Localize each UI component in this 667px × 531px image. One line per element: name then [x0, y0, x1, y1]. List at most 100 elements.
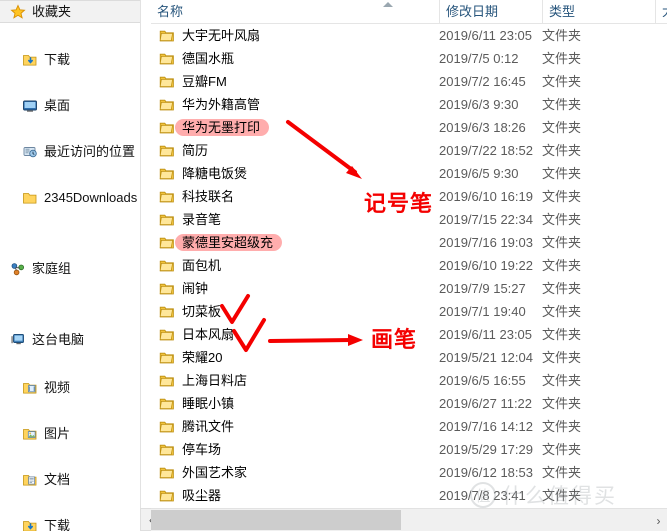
table-row[interactable]: 德国水瓶 2019/7/5 0:12 文件夹 — [151, 47, 667, 70]
table-row[interactable]: 华为无墨打印 2019/6/3 18:26 文件夹 — [151, 116, 667, 139]
file-name-label: 华为无墨打印 — [182, 120, 261, 135]
file-name-label: 荣耀20 — [182, 350, 223, 365]
table-row[interactable]: 简历 2019/7/22 18:52 文件夹 — [151, 139, 667, 162]
file-explorer-window: 收藏夹 下载 桌面 最近访问的位置 2345Downloads 家庭组 这台电脑… — [0, 0, 667, 531]
table-row[interactable]: 停车场 2019/5/29 17:29 文件夹 — [151, 438, 667, 461]
folder-icon — [159, 74, 175, 90]
column-header-date[interactable]: 修改日期 — [439, 0, 542, 24]
table-row[interactable]: 降糖电饭煲 2019/6/5 9:30 文件夹 — [151, 162, 667, 185]
file-type-cell: 文件夹 — [542, 465, 582, 480]
table-row[interactable]: 华为外籍高管 2019/6/3 9:30 文件夹 — [151, 93, 667, 116]
sidebar-item-videos[interactable]: 视频 — [0, 376, 140, 399]
table-row[interactable]: 闹钟 2019/7/9 15:27 文件夹 — [151, 277, 667, 300]
recent-places-icon — [22, 144, 38, 160]
sidebar-item-label: 下载 — [44, 52, 71, 67]
folder-icon — [159, 120, 175, 136]
column-header-name-label: 名称 — [157, 4, 184, 19]
file-name-cell[interactable]: 外国艺术家 — [159, 461, 247, 484]
marker-pen-label: 记号笔 — [364, 192, 434, 217]
scrollbar-thumb[interactable] — [151, 510, 401, 530]
folder-icon — [159, 373, 175, 389]
file-name-cell[interactable]: 科技联名 — [159, 185, 234, 208]
file-name-cell[interactable]: 停车场 — [159, 438, 221, 461]
sort-ascending-icon — [383, 2, 393, 7]
file-name-cell[interactable]: 华为无墨打印 — [159, 116, 269, 139]
file-date-cell: 2019/6/10 19:22 — [439, 258, 533, 273]
sidebar-item-2345downloads[interactable]: 2345Downloads — [0, 186, 140, 209]
file-name-cell[interactable]: 大宇无叶风扇 — [159, 24, 260, 47]
file-name-cell[interactable]: 豆瓣FM — [159, 70, 227, 93]
file-name-cell[interactable]: 腾讯文件 — [159, 415, 234, 438]
table-row[interactable]: 豆瓣FM 2019/7/2 16:45 文件夹 — [151, 70, 667, 93]
column-header-name[interactable]: 名称 — [151, 0, 439, 24]
file-name-cell[interactable]: 吸尘器 — [159, 484, 221, 507]
sidebar-item-homegroup[interactable]: 家庭组 — [0, 257, 140, 280]
folder-icon — [159, 488, 175, 504]
table-row[interactable]: 切菜板 2019/7/1 19:40 文件夹 — [151, 300, 667, 323]
file-date-cell: 2019/6/10 16:19 — [439, 189, 533, 204]
navigation-pane[interactable]: 收藏夹 下载 桌面 最近访问的位置 2345Downloads 家庭组 这台电脑… — [0, 0, 140, 531]
file-type-cell: 文件夹 — [542, 373, 582, 388]
column-header-row[interactable]: 名称 修改日期 类型 大 — [151, 0, 667, 24]
folder-icon — [159, 396, 175, 412]
sidebar-item-favorites[interactable]: 收藏夹 — [0, 0, 140, 23]
folder-icon — [159, 166, 175, 182]
file-name-cell[interactable]: 德国水瓶 — [159, 47, 234, 70]
desktop-icon — [22, 98, 38, 114]
file-name-label: 科技联名 — [182, 189, 235, 204]
file-rows-container[interactable]: 大宇无叶风扇 2019/6/11 23:05 文件夹 德国水瓶 2019/7/5 0:1… — [151, 24, 667, 508]
table-row[interactable]: 腾讯文件 2019/7/16 14:12 文件夹 — [151, 415, 667, 438]
file-name-cell[interactable]: 睡眠小镇 — [159, 392, 234, 415]
sidebar-item-downloads-fav[interactable]: 下载 — [0, 48, 140, 71]
table-row[interactable]: 上海日料店 2019/6/5 16:55 文件夹 — [151, 369, 667, 392]
column-header-type[interactable]: 类型 — [542, 0, 655, 24]
column-header-size[interactable]: 大 — [655, 0, 667, 24]
file-date-cell: 2019/7/9 15:27 — [439, 281, 526, 296]
file-name-label: 简历 — [182, 143, 209, 158]
table-row[interactable]: 外国艺术家 2019/6/12 18:53 文件夹 — [151, 461, 667, 484]
sidebar-item-pictures[interactable]: 图片 — [0, 422, 140, 445]
file-type-cell: 文件夹 — [542, 419, 582, 434]
table-row[interactable]: 蒙德里安超级充 2019/7/16 19:03 文件夹 — [151, 231, 667, 254]
table-row[interactable]: 吸尘器 2019/7/8 23:41 文件夹 — [151, 484, 667, 507]
folder-icon — [159, 419, 175, 435]
file-name-cell[interactable]: 日本风扇 — [159, 323, 234, 346]
table-row[interactable]: 睡眠小镇 2019/6/27 11:22 文件夹 — [151, 392, 667, 415]
file-name-label: 日本风扇 — [182, 327, 235, 342]
file-type-cell: 文件夹 — [542, 327, 582, 342]
pane-splitter[interactable] — [140, 0, 151, 531]
download-folder-icon — [22, 52, 38, 68]
file-type-cell: 文件夹 — [542, 488, 582, 503]
file-name-cell[interactable]: 面包机 — [159, 254, 221, 277]
file-name-label: 华为外籍高管 — [182, 97, 261, 112]
file-name-cell[interactable]: 蒙德里安超级充 — [159, 231, 282, 254]
file-date-cell: 2019/6/12 18:53 — [439, 465, 533, 480]
sidebar-item-this-pc[interactable]: 这台电脑 — [0, 328, 140, 351]
sidebar-item-desktop-fav[interactable]: 桌面 — [0, 94, 140, 117]
file-date-cell: 2019/6/27 11:22 — [439, 396, 533, 411]
file-list-pane[interactable]: 名称 修改日期 类型 大 大宇无叶风扇2019/6/11 23:05文件夹德国水… — [151, 0, 667, 531]
folder-icon — [159, 235, 175, 251]
file-name-cell[interactable]: 录音笔 — [159, 208, 221, 231]
sidebar-item-documents[interactable]: 文档 — [0, 468, 140, 491]
folder-icon — [159, 189, 175, 205]
table-row[interactable]: 面包机 2019/6/10 19:22 文件夹 — [151, 254, 667, 277]
file-name-cell[interactable]: 简历 — [159, 139, 208, 162]
sidebar-item-label: 图片 — [44, 426, 71, 441]
sidebar-item-label: 视频 — [44, 380, 71, 395]
file-date-cell: 2019/6/5 9:30 — [439, 166, 519, 181]
file-name-cell[interactable]: 华为外籍高管 — [159, 93, 260, 116]
file-name-cell[interactable]: 上海日料店 — [159, 369, 247, 392]
sidebar-item-recent-places[interactable]: 最近访问的位置 — [0, 140, 140, 163]
file-name-cell[interactable]: 降糖电饭煲 — [159, 162, 247, 185]
file-date-cell: 2019/7/2 16:45 — [439, 74, 526, 89]
file-name-cell[interactable]: 闹钟 — [159, 277, 208, 300]
sidebar-item-downloads-pc[interactable]: 下载 — [0, 514, 140, 531]
folder-icon — [159, 28, 175, 44]
scroll-right-arrow[interactable]: › — [650, 509, 667, 531]
file-name-cell[interactable]: 荣耀20 — [159, 346, 222, 369]
horizontal-scrollbar[interactable]: ‹ › — [151, 508, 667, 531]
table-row[interactable]: 大宇无叶风扇 2019/6/11 23:05 文件夹 — [151, 24, 667, 47]
homegroup-icon — [10, 261, 26, 277]
file-name-cell[interactable]: 切菜板 — [159, 300, 221, 323]
